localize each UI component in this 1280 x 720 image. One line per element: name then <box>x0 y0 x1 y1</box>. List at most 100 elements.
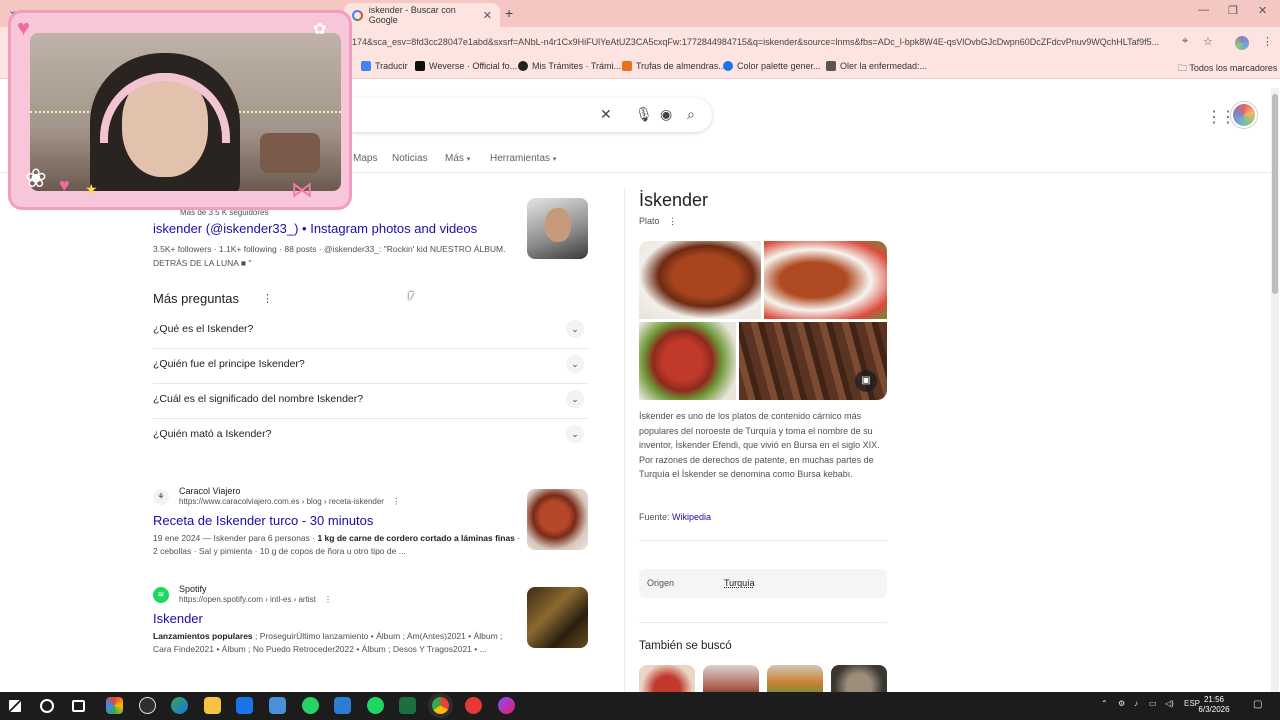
tab-active[interactable]: iskender - Buscar con Google ✕ <box>344 3 500 27</box>
chevron-down-icon[interactable]: ⌄ <box>566 320 584 338</box>
whatsapp-icon[interactable] <box>302 697 319 714</box>
also-searched-item[interactable] <box>639 665 695 695</box>
wikipedia-link[interactable]: Wikipedia <box>672 512 711 522</box>
close-window-icon[interactable]: ✕ <box>1258 4 1267 17</box>
bookmark-item[interactable]: Weverse · Official fo... <box>415 61 517 71</box>
bookmark-star-icon[interactable]: ☆ <box>1203 35 1213 48</box>
new-tab-icon[interactable]: + <box>505 5 513 21</box>
restore-icon[interactable]: ❐ <box>1228 4 1238 17</box>
bookmark-item[interactable]: Oler la enfermedad:... <box>826 61 927 71</box>
bookmark-item[interactable]: Traducir <box>361 61 408 71</box>
search-icon[interactable] <box>40 699 54 713</box>
start-icon[interactable] <box>9 700 21 712</box>
heart-icon: ♥ <box>17 15 31 40</box>
microphone-icon[interactable]: ♪ <box>1134 699 1138 708</box>
translate-icon <box>361 61 371 71</box>
tramites-icon <box>518 61 528 71</box>
paa-question[interactable]: ¿Qué es el Iskender? ⌄ <box>153 314 588 349</box>
tab-maps[interactable]: Maps <box>353 153 377 164</box>
url-field[interactable]: 174&sca_esv=8fd3cc28047e1abd&sxsrf=ANbL-… <box>352 31 1232 53</box>
chevron-down-icon[interactable]: ⌄ <box>566 355 584 373</box>
minimize-icon[interactable]: — <box>1198 4 1209 16</box>
network-icon[interactable]: ▭ <box>1149 699 1157 708</box>
close-tab-icon[interactable]: ✕ <box>483 9 492 22</box>
bookmark-item[interactable]: Trufas de almendras... <box>622 61 726 71</box>
volume-icon[interactable]: ◁) <box>1165 699 1174 708</box>
spotify-icon[interactable] <box>367 697 384 714</box>
chevron-down-icon[interactable]: ⌄ <box>566 425 584 443</box>
kp-image[interactable] <box>639 241 761 319</box>
tray-app-icon[interactable]: ⚙ <box>1118 699 1125 708</box>
chevron-down-icon[interactable]: ⌄ <box>566 390 584 408</box>
kp-divider <box>639 540 887 541</box>
bookmark-item[interactable]: Mis Trámites · Trámi... <box>518 61 621 71</box>
weverse-icon <box>415 61 425 71</box>
account-avatar[interactable] <box>1231 102 1257 128</box>
instagram-thumbnail[interactable] <box>527 198 588 259</box>
scrollbar-thumb[interactable] <box>1272 94 1278 294</box>
bookmark-item[interactable]: Color palette gener... <box>723 61 821 71</box>
recipe-thumbnail[interactable] <box>527 489 588 550</box>
search-result: ≋ Spotify https://open.spotify.com › int… <box>153 584 523 656</box>
chatgpt-icon[interactable] <box>139 697 156 714</box>
page-scrollbar[interactable] <box>1271 88 1279 692</box>
result-title[interactable]: Receta de Iskender turco - 30 minutos <box>153 513 523 528</box>
messenger-icon[interactable] <box>498 697 515 714</box>
more-options-icon[interactable]: ⋮ <box>262 292 273 305</box>
tab-title: iskender - Buscar con Google <box>368 5 456 25</box>
also-searched-item[interactable] <box>703 665 759 695</box>
menu-kebab-icon[interactable]: ⋮ <box>1262 35 1273 48</box>
kp-image[interactable] <box>639 322 736 400</box>
bunny-icon: ✿ <box>313 21 327 38</box>
location-icon[interactable]: ⌖ <box>1182 35 1188 48</box>
all-bookmarks-folder[interactable]: 🗀 Todos los marcadores <box>1178 61 1277 77</box>
tab-tools[interactable]: Herramientas ▾ <box>490 153 556 164</box>
origin-value-link[interactable]: Turquía <box>724 578 755 588</box>
result-site[interactable]: ⚘ Caracol Viajero https://www.caracolvia… <box>153 486 523 507</box>
kp-image[interactable]: ▣ <box>739 322 887 400</box>
tab-more-label: Más <box>445 153 464 164</box>
more-options-icon[interactable]: ⋮ <box>668 216 677 226</box>
paa-question[interactable]: ¿Quién mató a Iskender? ⌄ <box>153 419 588 454</box>
excel-icon[interactable] <box>399 697 416 714</box>
tab-news[interactable]: Noticias <box>392 153 428 164</box>
more-options-icon[interactable]: ⋮ <box>392 497 400 506</box>
store-icon[interactable] <box>334 697 351 714</box>
taskbar <box>0 692 1280 720</box>
mail-icon[interactable] <box>236 697 253 714</box>
edge-icon[interactable] <box>171 697 188 714</box>
calculator-icon[interactable] <box>269 697 286 714</box>
result-site[interactable]: ≋ Spotify https://open.spotify.com › int… <box>153 584 523 605</box>
chrome-icon[interactable] <box>432 697 449 714</box>
also-searched-item[interactable] <box>767 665 823 695</box>
site-url: https://www.caracolviajero.com.es › blog… <box>179 497 400 507</box>
result-title[interactable]: Iskender <box>153 611 523 626</box>
search-icon[interactable]: ⌕ <box>687 106 695 123</box>
file-explorer-icon[interactable] <box>204 697 221 714</box>
clear-search-icon[interactable]: ✕ <box>600 106 612 123</box>
voice-search-icon[interactable]: 🎙 <box>635 106 653 123</box>
kp-image[interactable] <box>764 241 887 319</box>
site-url: https://open.spotify.com › intl-es › art… <box>179 595 332 605</box>
tab-more[interactable]: Más ▾ <box>445 153 470 164</box>
lens-search-icon[interactable]: ◉ <box>660 106 672 123</box>
search-box[interactable]: ✕ 🎙 ◉ ⌕ <box>352 98 712 132</box>
image-gallery-icon[interactable]: ▣ <box>855 370 877 392</box>
result-snippet: Lanzamientos populares ; ProseguirÚltimo… <box>153 630 523 656</box>
tray-expand-icon[interactable]: ⌃ <box>1101 699 1108 708</box>
browser-profile-avatar[interactable] <box>1235 36 1249 50</box>
task-view-icon[interactable] <box>72 700 85 712</box>
notifications-icon[interactable]: ▢ <box>1253 699 1262 710</box>
instagram-result-title[interactable]: iskender (@iskender33_) • Instagram phot… <box>153 221 477 236</box>
paa-question[interactable]: ¿Quién fue el principe Iskender? ⌄ <box>153 349 588 384</box>
copilot-icon[interactable] <box>106 697 123 714</box>
clock-date: 6/3/2026 <box>1198 705 1230 714</box>
kp-origin-row: Origen Turquía <box>639 569 887 598</box>
more-options-icon[interactable]: ⋮ <box>324 595 332 604</box>
taskbar-clock[interactable]: 21:56 6/3/2026 <box>1196 695 1232 715</box>
also-searched-item[interactable] <box>831 665 887 695</box>
star-icon: ★ <box>85 181 98 197</box>
artist-thumbnail[interactable] <box>527 587 588 648</box>
media-player-icon[interactable] <box>465 697 482 714</box>
paa-question[interactable]: ¿Cuál es el significado del nombre Isken… <box>153 384 588 419</box>
